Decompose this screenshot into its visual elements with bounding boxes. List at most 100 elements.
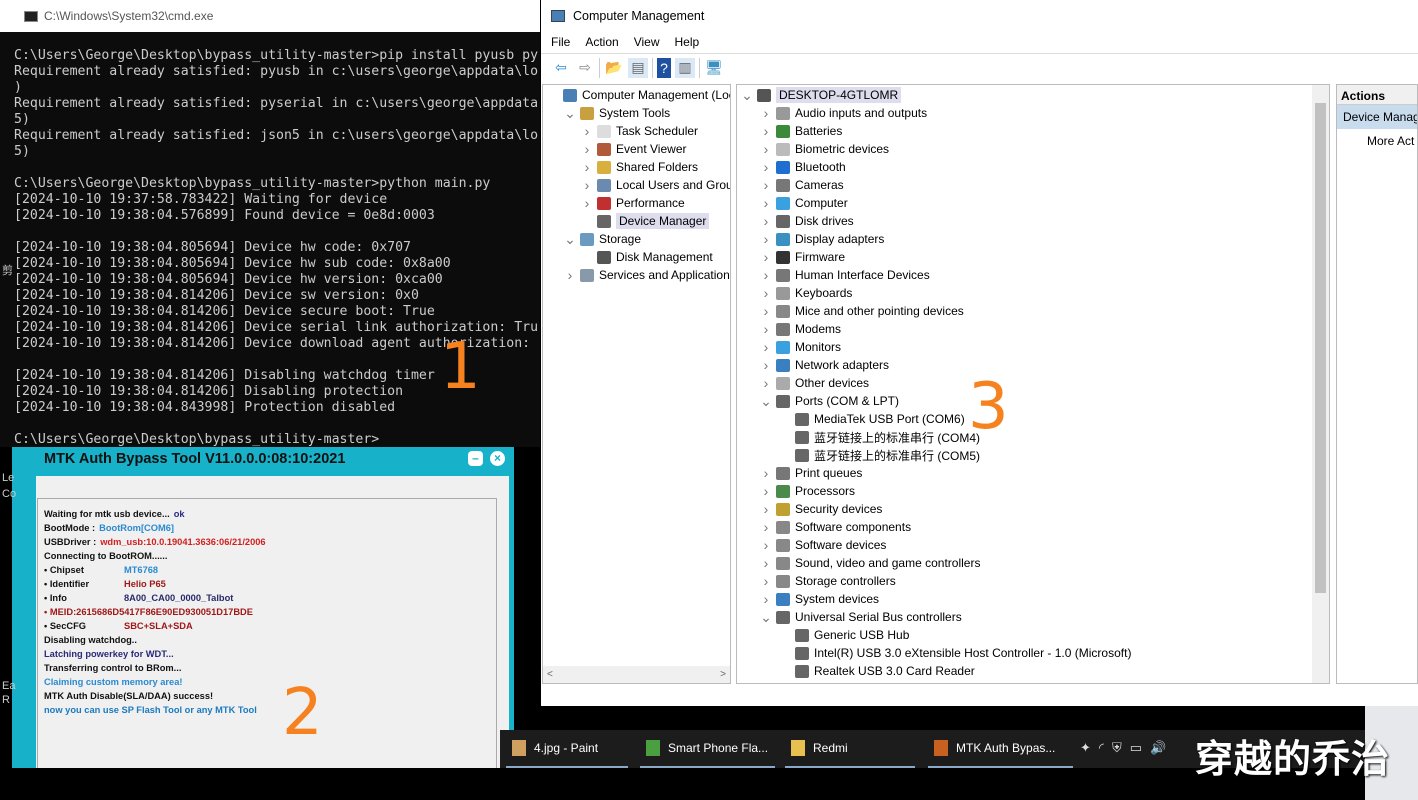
- horizontal-scrollbar[interactable]: < >: [543, 666, 730, 683]
- tree-item[interactable]: › Computer: [760, 194, 848, 212]
- chevron-right-icon[interactable]: ›: [760, 285, 772, 301]
- battery-icon[interactable]: ▭: [1130, 740, 1142, 756]
- scrollbar-thumb[interactable]: [1315, 103, 1326, 593]
- action-more-actions[interactable]: More Act: [1337, 129, 1417, 153]
- chevron-right-icon[interactable]: ›: [581, 177, 593, 193]
- chevron-right-icon[interactable]: ›: [564, 267, 576, 283]
- tree-item[interactable]: › Cameras: [760, 176, 844, 194]
- tree-item[interactable]: Intel(R) USB 3.0 eXtensible Host Control…: [779, 644, 1131, 662]
- back-arrow-icon[interactable]: ⇦: [551, 58, 571, 78]
- chevron-right-icon[interactable]: ›: [760, 537, 772, 553]
- tree-item[interactable]: ⌄ Universal Serial Bus controllers: [760, 608, 962, 626]
- chevron-right-icon[interactable]: ›: [760, 501, 772, 517]
- monitor-icon[interactable]: 🖥: [704, 58, 724, 78]
- bluetooth-tray-icon[interactable]: ✦: [1080, 740, 1091, 756]
- tree-item[interactable]: ⌄ Storage: [564, 230, 641, 248]
- tree-item[interactable]: › Services and Applications: [564, 266, 730, 284]
- chevron-right-icon[interactable]: ›: [760, 483, 772, 499]
- tree-item[interactable]: 蓝牙链接上的标准串行 (COM4): [779, 428, 980, 446]
- tree-item[interactable]: › Security devices: [760, 500, 883, 518]
- tree-item[interactable]: MediaTek USB Port (COM6): [779, 410, 965, 428]
- scroll-left-icon[interactable]: <: [547, 669, 553, 680]
- help-icon[interactable]: ?: [657, 57, 671, 78]
- tree-item[interactable]: 蓝牙链接上的标准串行 (COM5): [779, 446, 980, 464]
- tree-item[interactable]: ⌄ DESKTOP-4GTLOMR: [741, 86, 902, 104]
- taskbar-item[interactable]: 4.jpg - Paint: [506, 730, 628, 768]
- forward-arrow-icon[interactable]: ⇨: [575, 58, 595, 78]
- chevron-right-icon[interactable]: ›: [760, 465, 772, 481]
- chevron-down-icon[interactable]: ⌄: [760, 393, 772, 410]
- taskbar-item[interactable]: Redmi: [785, 730, 915, 768]
- tree-item[interactable]: › Task Scheduler: [581, 122, 698, 140]
- tree-item[interactable]: Computer Management (Local: [547, 86, 730, 104]
- computer-management-window[interactable]: Computer Management File Action View Help ⇦…: [541, 0, 1418, 706]
- close-button[interactable]: ×: [490, 451, 505, 466]
- menu-action[interactable]: Action: [585, 35, 618, 49]
- tree-item[interactable]: Realtek USB 3.0 Card Reader: [779, 662, 975, 680]
- chevron-right-icon[interactable]: ›: [760, 573, 772, 589]
- cmd-title-bar[interactable]: C:\Windows\System32\cmd.exe: [0, 0, 540, 32]
- chevron-right-icon[interactable]: ›: [760, 249, 772, 265]
- chevron-right-icon[interactable]: ›: [760, 555, 772, 571]
- tree-item[interactable]: ⌄ System Tools: [564, 104, 670, 122]
- chevron-right-icon[interactable]: ›: [760, 231, 772, 247]
- minimize-button[interactable]: –: [468, 451, 483, 466]
- tree-item[interactable]: › Event Viewer: [581, 140, 687, 158]
- tree-item[interactable]: › Print queues: [760, 464, 863, 482]
- action-device-manager[interactable]: Device Manag: [1337, 105, 1417, 129]
- tree-item[interactable]: › Mice and other pointing devices: [760, 302, 964, 320]
- menu-file[interactable]: File: [551, 35, 570, 49]
- chevron-right-icon[interactable]: ›: [760, 159, 772, 175]
- chevron-down-icon[interactable]: ⌄: [564, 231, 576, 248]
- tree-item[interactable]: › Storage controllers: [760, 572, 896, 590]
- wifi-icon[interactable]: ◜: [1099, 740, 1104, 756]
- security-icon[interactable]: ⛨: [1112, 740, 1122, 756]
- tree-item[interactable]: › Keyboards: [760, 284, 853, 302]
- chevron-right-icon[interactable]: ›: [760, 123, 772, 139]
- chevron-down-icon[interactable]: ⌄: [564, 105, 576, 122]
- tree-item[interactable]: › Monitors: [760, 338, 841, 356]
- chevron-right-icon[interactable]: ›: [760, 267, 772, 283]
- chevron-right-icon[interactable]: ›: [760, 213, 772, 229]
- chevron-right-icon[interactable]: ›: [581, 123, 593, 139]
- tree-item[interactable]: Generic USB Hub: [779, 626, 909, 644]
- tree-item[interactable]: Device Manager: [581, 212, 710, 230]
- chevron-right-icon[interactable]: ›: [581, 159, 593, 175]
- chevron-right-icon[interactable]: ›: [581, 195, 593, 211]
- up-folder-icon[interactable]: 📂: [604, 58, 624, 78]
- chevron-right-icon[interactable]: ›: [760, 141, 772, 157]
- vertical-scrollbar[interactable]: [1312, 85, 1329, 683]
- tree-item[interactable]: › Firmware: [760, 248, 845, 266]
- chevron-right-icon[interactable]: ›: [760, 321, 772, 337]
- tree-item[interactable]: › Local Users and Groups: [581, 176, 730, 194]
- tree-item[interactable]: › Network adapters: [760, 356, 889, 374]
- chevron-right-icon[interactable]: ›: [760, 357, 772, 373]
- taskbar-item[interactable]: MTK Auth Bypas...: [928, 730, 1073, 768]
- chevron-right-icon[interactable]: ›: [760, 303, 772, 319]
- navigation-pane[interactable]: Computer Management (Local ⌄ System Tools ›…: [542, 84, 731, 684]
- tree-item[interactable]: Disk Management: [581, 248, 713, 266]
- show-hide-tree-icon[interactable]: ▤: [628, 57, 648, 78]
- mtk-tool-window[interactable]: MTK Auth Bypass Tool V11.0.0.0:08:10:202…: [12, 447, 514, 768]
- cm-title-bar[interactable]: Computer Management: [541, 0, 1418, 31]
- menu-help[interactable]: Help: [675, 35, 700, 49]
- tree-item[interactable]: › Software devices: [760, 536, 887, 554]
- chevron-right-icon[interactable]: ›: [760, 177, 772, 193]
- tree-item[interactable]: › Human Interface Devices: [760, 266, 930, 284]
- tree-item[interactable]: › Sound, video and game controllers: [760, 554, 981, 572]
- tree-item[interactable]: ⌄ Ports (COM & LPT): [760, 392, 899, 410]
- chevron-down-icon[interactable]: ⌄: [760, 609, 772, 626]
- volume-icon[interactable]: 🔊: [1150, 740, 1166, 756]
- tree-item[interactable]: › System devices: [760, 590, 879, 608]
- tree-item[interactable]: › Software components: [760, 518, 911, 536]
- tree-item[interactable]: › Processors: [760, 482, 855, 500]
- tree-item[interactable]: › Other devices: [760, 374, 869, 392]
- chevron-right-icon[interactable]: ›: [760, 591, 772, 607]
- tree-item[interactable]: › Bluetooth: [760, 158, 846, 176]
- chevron-right-icon[interactable]: ›: [760, 339, 772, 355]
- chevron-right-icon[interactable]: ›: [760, 105, 772, 121]
- chevron-right-icon[interactable]: ›: [760, 195, 772, 211]
- chevron-right-icon[interactable]: ›: [760, 375, 772, 391]
- chevron-right-icon[interactable]: ›: [581, 141, 593, 157]
- tree-item[interactable]: › Shared Folders: [581, 158, 698, 176]
